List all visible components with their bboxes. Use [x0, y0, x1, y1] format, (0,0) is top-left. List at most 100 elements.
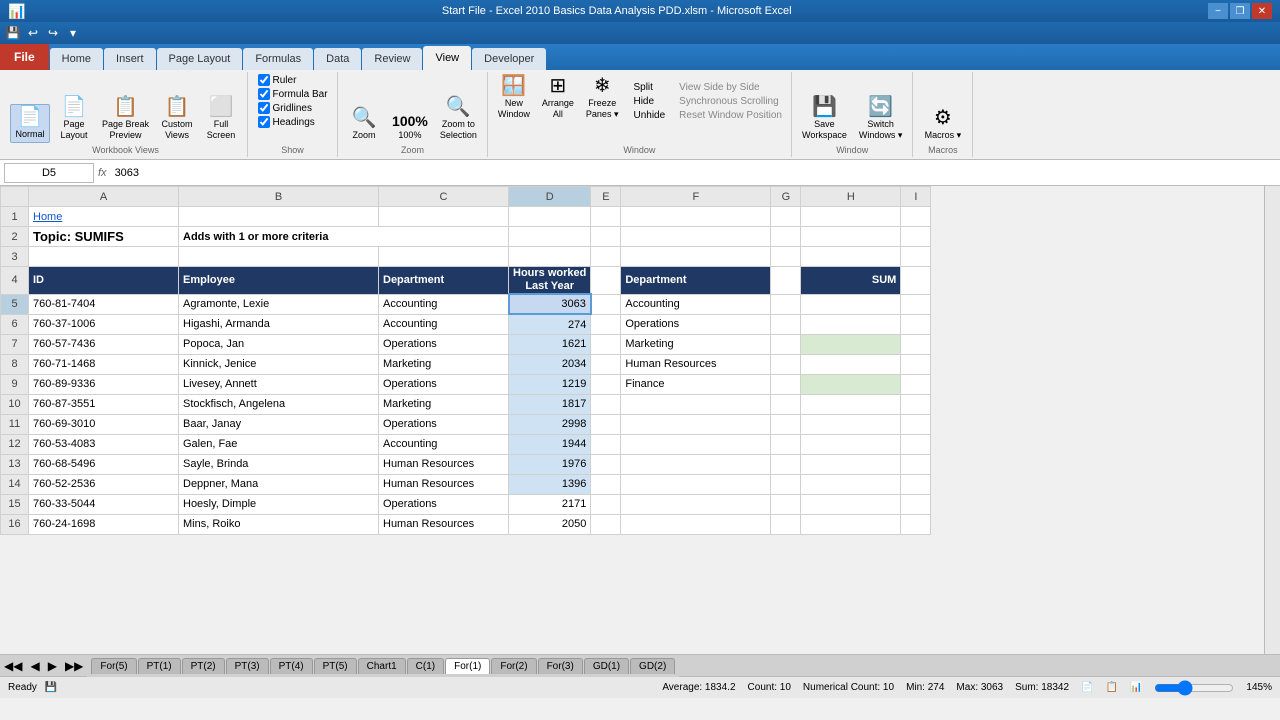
zoom-button[interactable]: 🔍 Zoom: [344, 106, 384, 143]
cell-c1[interactable]: [379, 207, 509, 227]
cell-h12[interactable]: [801, 434, 901, 454]
sheet-tab-next-button[interactable]: ▶▶: [61, 655, 87, 676]
undo-qa-button[interactable]: ↩: [24, 24, 42, 42]
cell-i16[interactable]: [901, 514, 931, 534]
cell-d4[interactable]: Hours workedLast Year: [509, 267, 591, 295]
cell-g15[interactable]: [771, 494, 801, 514]
sheet-tab-pt3[interactable]: PT(3): [226, 658, 269, 674]
cell-i7[interactable]: [901, 334, 931, 354]
col-header-f[interactable]: F: [621, 187, 771, 207]
cell-c16[interactable]: Human Resources: [379, 514, 509, 534]
cell-e3[interactable]: [591, 247, 621, 267]
cell-h9[interactable]: [801, 374, 901, 394]
close-button[interactable]: ✕: [1252, 3, 1272, 19]
cell-a2[interactable]: Topic: SUMIFS: [29, 227, 179, 247]
gridlines-checkbox-label[interactable]: Gridlines: [258, 102, 312, 114]
restore-button[interactable]: ❐: [1230, 3, 1250, 19]
cell-a8[interactable]: 760-71-1468: [29, 354, 179, 374]
split-button[interactable]: Split: [630, 81, 668, 94]
cell-i5[interactable]: [901, 294, 931, 314]
cell-e14[interactable]: [591, 474, 621, 494]
cell-g4[interactable]: [771, 267, 801, 295]
cell-h11[interactable]: [801, 414, 901, 434]
cell-g13[interactable]: [771, 454, 801, 474]
cell-c7[interactable]: Operations: [379, 334, 509, 354]
cell-a11[interactable]: 760-69-3010: [29, 414, 179, 434]
view-side-by-side-button[interactable]: View Side by Side: [676, 81, 785, 94]
cell-c3[interactable]: [379, 247, 509, 267]
sheet-tab-gd1[interactable]: GD(1): [584, 658, 629, 674]
cell-g16[interactable]: [771, 514, 801, 534]
cell-g14[interactable]: [771, 474, 801, 494]
cell-e11[interactable]: [591, 414, 621, 434]
sheet-tab-next-one-button[interactable]: ▶: [44, 655, 61, 676]
cell-d1[interactable]: [509, 207, 591, 227]
cell-a3[interactable]: [29, 247, 179, 267]
cell-a14[interactable]: 760-52-2536: [29, 474, 179, 494]
col-header-h[interactable]: H: [801, 187, 901, 207]
cell-b7[interactable]: Popoca, Jan: [179, 334, 379, 354]
cell-b8[interactable]: Kinnick, Jenice: [179, 354, 379, 374]
cell-d13[interactable]: 1976: [509, 454, 591, 474]
cell-b15[interactable]: Hoesly, Dimple: [179, 494, 379, 514]
tab-formulas[interactable]: Formulas: [243, 48, 313, 70]
cell-h6[interactable]: [801, 314, 901, 334]
cell-c12[interactable]: Accounting: [379, 434, 509, 454]
reset-window-button[interactable]: Reset Window Position: [676, 109, 785, 122]
col-header-d[interactable]: D: [509, 187, 591, 207]
cell-g6[interactable]: [771, 314, 801, 334]
cell-c15[interactable]: Operations: [379, 494, 509, 514]
cell-h10[interactable]: [801, 394, 901, 414]
cell-a16[interactable]: 760-24-1698: [29, 514, 179, 534]
sheet-tab-pt1[interactable]: PT(1): [138, 658, 181, 674]
zoom-100-button[interactable]: 100% 100%: [388, 112, 432, 143]
cell-c11[interactable]: Operations: [379, 414, 509, 434]
cell-h13[interactable]: [801, 454, 901, 474]
macros-button[interactable]: ⚙ Macros ▾: [921, 106, 966, 143]
col-header-e[interactable]: E: [591, 187, 621, 207]
cell-a6[interactable]: 760-37-1006: [29, 314, 179, 334]
cell-d7[interactable]: 1621: [509, 334, 591, 354]
cell-h2[interactable]: [801, 227, 901, 247]
page-layout-view-button[interactable]: 📄 PageLayout: [54, 95, 94, 143]
cell-b9[interactable]: Livesey, Annett: [179, 374, 379, 394]
cell-b14[interactable]: Deppner, Mana: [179, 474, 379, 494]
cell-f14[interactable]: [621, 474, 771, 494]
cell-d14[interactable]: 1396: [509, 474, 591, 494]
cell-h15[interactable]: [801, 494, 901, 514]
cell-e6[interactable]: [591, 314, 621, 334]
sheet-tab-for2[interactable]: For(2): [491, 658, 536, 674]
cell-a10[interactable]: 760-87-3551: [29, 394, 179, 414]
cell-a9[interactable]: 760-89-9336: [29, 374, 179, 394]
cell-i4[interactable]: [901, 267, 931, 295]
gridlines-checkbox[interactable]: [258, 102, 270, 114]
sheet-tab-gd2[interactable]: GD(2): [630, 658, 675, 674]
cell-i9[interactable]: [901, 374, 931, 394]
cell-b3[interactable]: [179, 247, 379, 267]
cell-e12[interactable]: [591, 434, 621, 454]
custom-views-button[interactable]: 📋 CustomViews: [157, 95, 197, 143]
cell-e2[interactable]: [591, 227, 621, 247]
cell-b6[interactable]: Higashi, Armanda: [179, 314, 379, 334]
cell-e13[interactable]: [591, 454, 621, 474]
cell-i2[interactable]: [901, 227, 931, 247]
cell-e9[interactable]: [591, 374, 621, 394]
tab-file[interactable]: File: [0, 44, 49, 70]
col-header-a[interactable]: A: [29, 187, 179, 207]
sheet-tab-prev-button[interactable]: ◀◀: [0, 655, 26, 676]
cell-g11[interactable]: [771, 414, 801, 434]
col-header-b[interactable]: B: [179, 187, 379, 207]
cell-g7[interactable]: [771, 334, 801, 354]
cell-e10[interactable]: [591, 394, 621, 414]
switch-windows-button[interactable]: 🔄 SwitchWindows ▾: [855, 95, 907, 143]
new-window-button[interactable]: 🪟 NewWindow: [494, 74, 534, 122]
cell-a13[interactable]: 760-68-5496: [29, 454, 179, 474]
formula-bar-checkbox[interactable]: [258, 88, 270, 100]
cell-d9[interactable]: 1219: [509, 374, 591, 394]
tab-insert[interactable]: Insert: [104, 48, 156, 70]
minimize-button[interactable]: −: [1208, 3, 1228, 19]
col-header-i[interactable]: I: [901, 187, 931, 207]
cell-f8[interactable]: Human Resources: [621, 354, 771, 374]
formula-bar-checkbox-label[interactable]: Formula Bar: [258, 88, 328, 100]
tab-view[interactable]: View: [423, 46, 471, 70]
